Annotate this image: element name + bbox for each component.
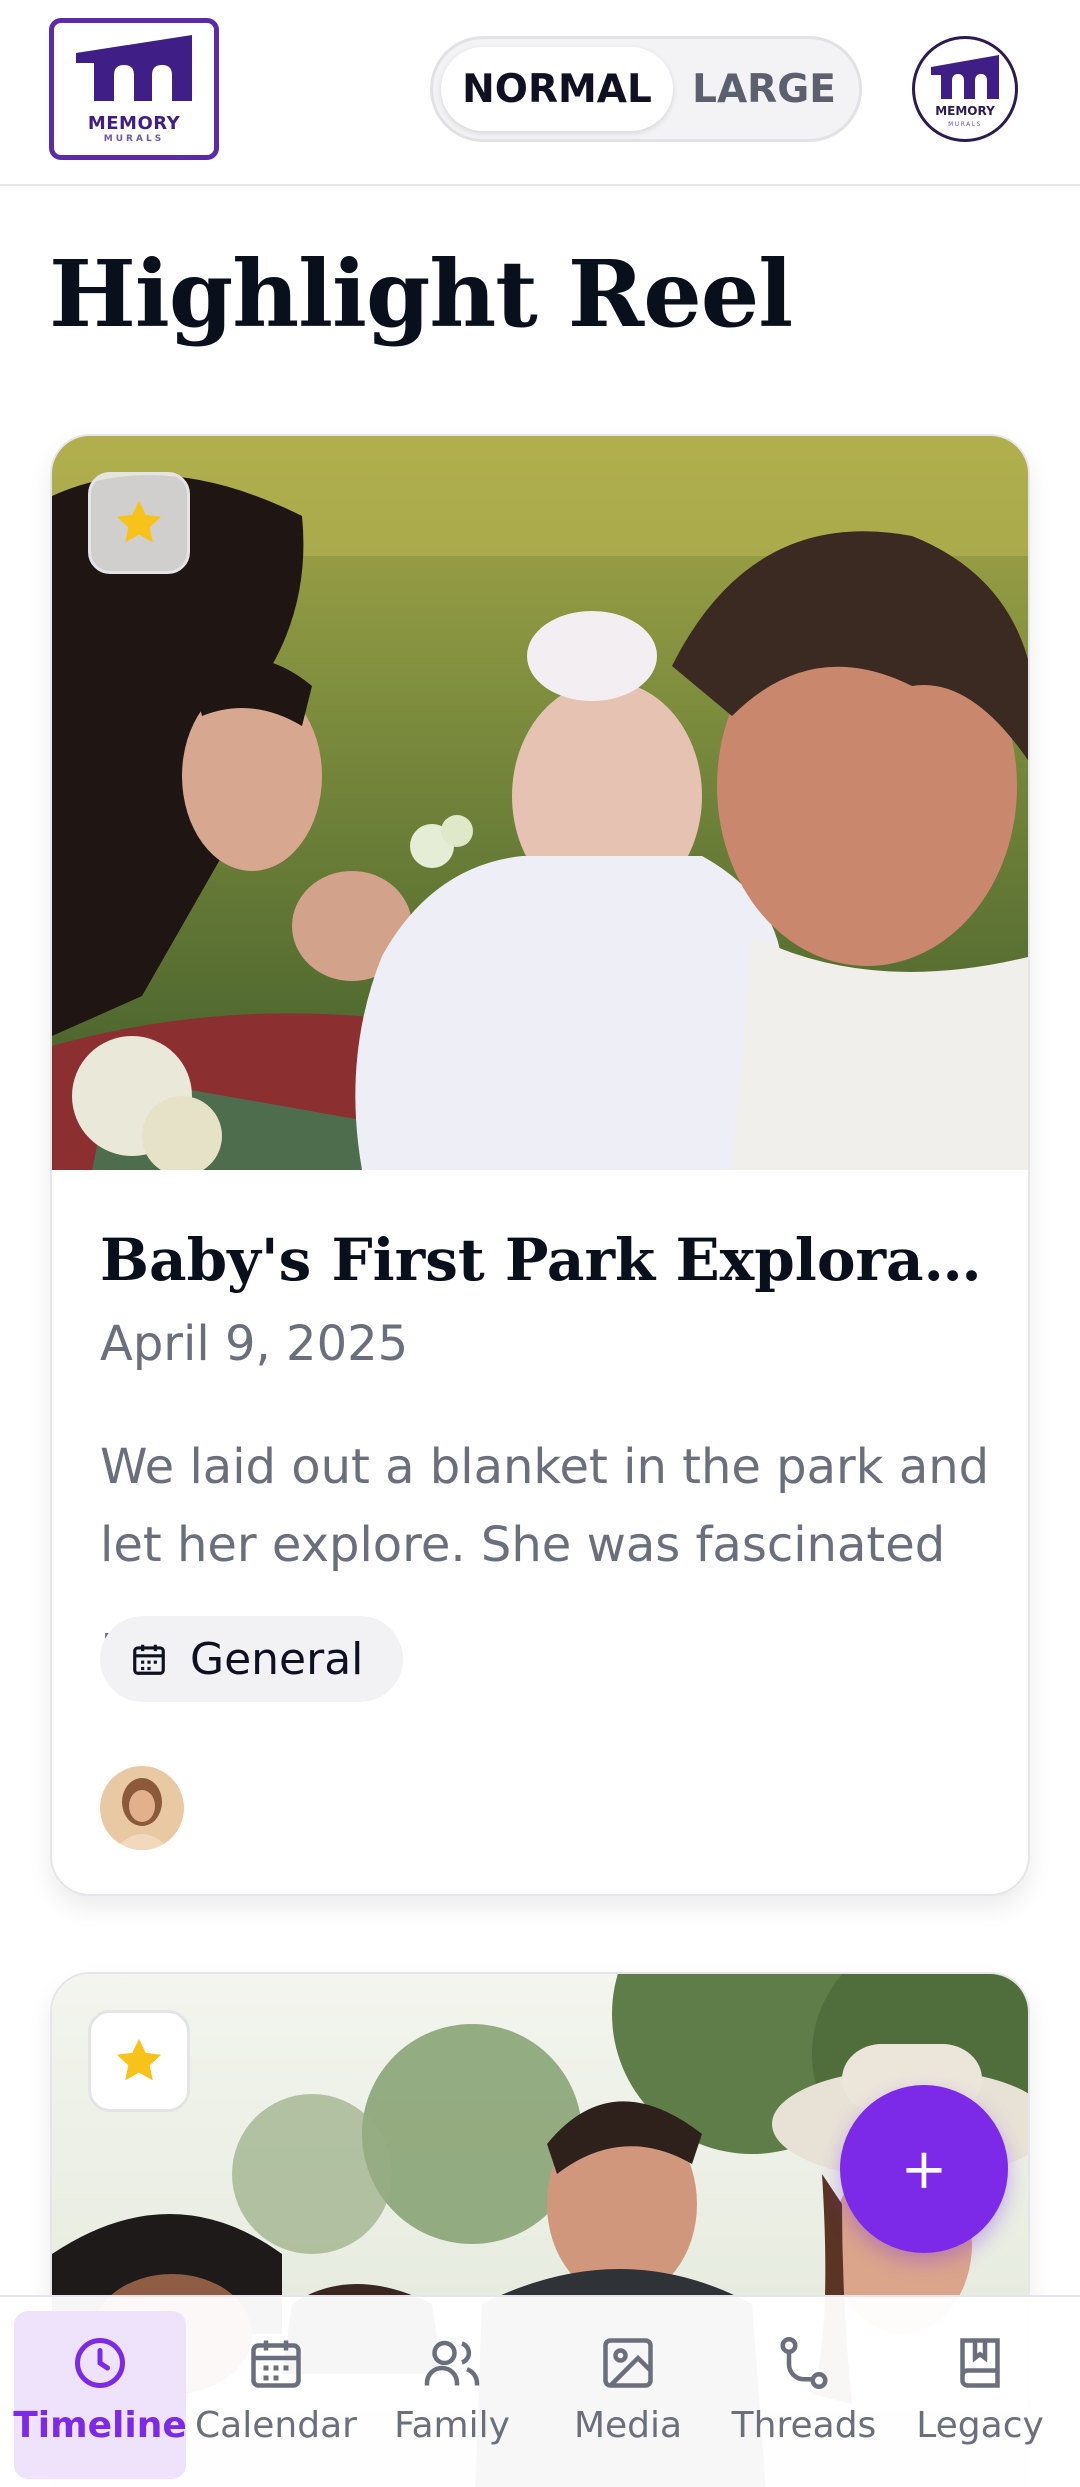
add-memory-button[interactable]: +	[840, 2085, 1008, 2253]
nav-item-timeline[interactable]: Timeline	[13, 2311, 187, 2479]
memory-murals-logo[interactable]: MEMORY MURALS	[49, 18, 219, 160]
nav-label: Media	[573, 2405, 683, 2446]
memory-date: April 9, 2025	[100, 1316, 409, 1372]
contributor-avatar[interactable]	[100, 1766, 184, 1850]
memory-card[interactable]: Baby's First Park Exploration... April 9…	[50, 434, 1030, 1896]
nav-item-threads[interactable]: Threads	[718, 2311, 890, 2479]
category-tag[interactable]: General	[100, 1616, 404, 1702]
star-icon	[116, 2038, 162, 2081]
calendar-icon	[251, 2340, 301, 2388]
calendar-icon	[133, 1644, 165, 1675]
svg-text:MURALS: MURALS	[948, 121, 982, 128]
text-size-toggle: NORMAL LARGE	[430, 36, 862, 142]
memory-photo	[52, 436, 1028, 1170]
nav-item-calendar[interactable]: Calendar	[190, 2311, 362, 2479]
image-icon	[603, 2338, 653, 2388]
text-size-large-option[interactable]: LARGE	[675, 47, 853, 131]
nav-item-media[interactable]: Media	[542, 2311, 714, 2479]
category-tag-label: General	[190, 1633, 364, 1685]
nav-item-family[interactable]: Family	[366, 2311, 538, 2479]
nav-label: Family	[394, 2405, 510, 2446]
nav-label: Timeline	[13, 2405, 187, 2446]
bottom-nav: Timeline Calendar Family Media Threads L…	[0, 2295, 1080, 2487]
text-size-normal-option[interactable]: NORMAL	[441, 47, 673, 131]
page-title: Highlight Reel	[49, 240, 793, 348]
nav-label: Legacy	[916, 2405, 1044, 2446]
nav-label: Calendar	[195, 2405, 357, 2446]
logo-subtitle: MURALS	[103, 134, 165, 144]
favorite-button[interactable]	[88, 472, 190, 574]
memory-title: Baby's First Park Exploration...	[100, 1226, 1000, 1294]
clock-icon	[75, 2338, 125, 2388]
nav-item-legacy[interactable]: Legacy	[894, 2311, 1066, 2479]
logo-wordmark: MEMORY	[87, 113, 181, 134]
nav-label: Threads	[731, 2405, 877, 2446]
users-icon	[424, 2340, 480, 2386]
app-header: MEMORY MURALS NORMAL LARGE MEMORY MURALS	[0, 0, 1080, 186]
profile-logo-icon: MEMORY MURALS	[931, 55, 999, 128]
profile-avatar[interactable]: MEMORY MURALS	[912, 36, 1018, 142]
book-icon	[960, 2338, 1000, 2388]
route-icon	[780, 2337, 828, 2389]
svg-text:MEMORY: MEMORY	[935, 104, 995, 118]
favorite-button[interactable]	[88, 2010, 190, 2112]
plus-icon: +	[900, 2136, 948, 2202]
star-icon	[116, 500, 162, 543]
